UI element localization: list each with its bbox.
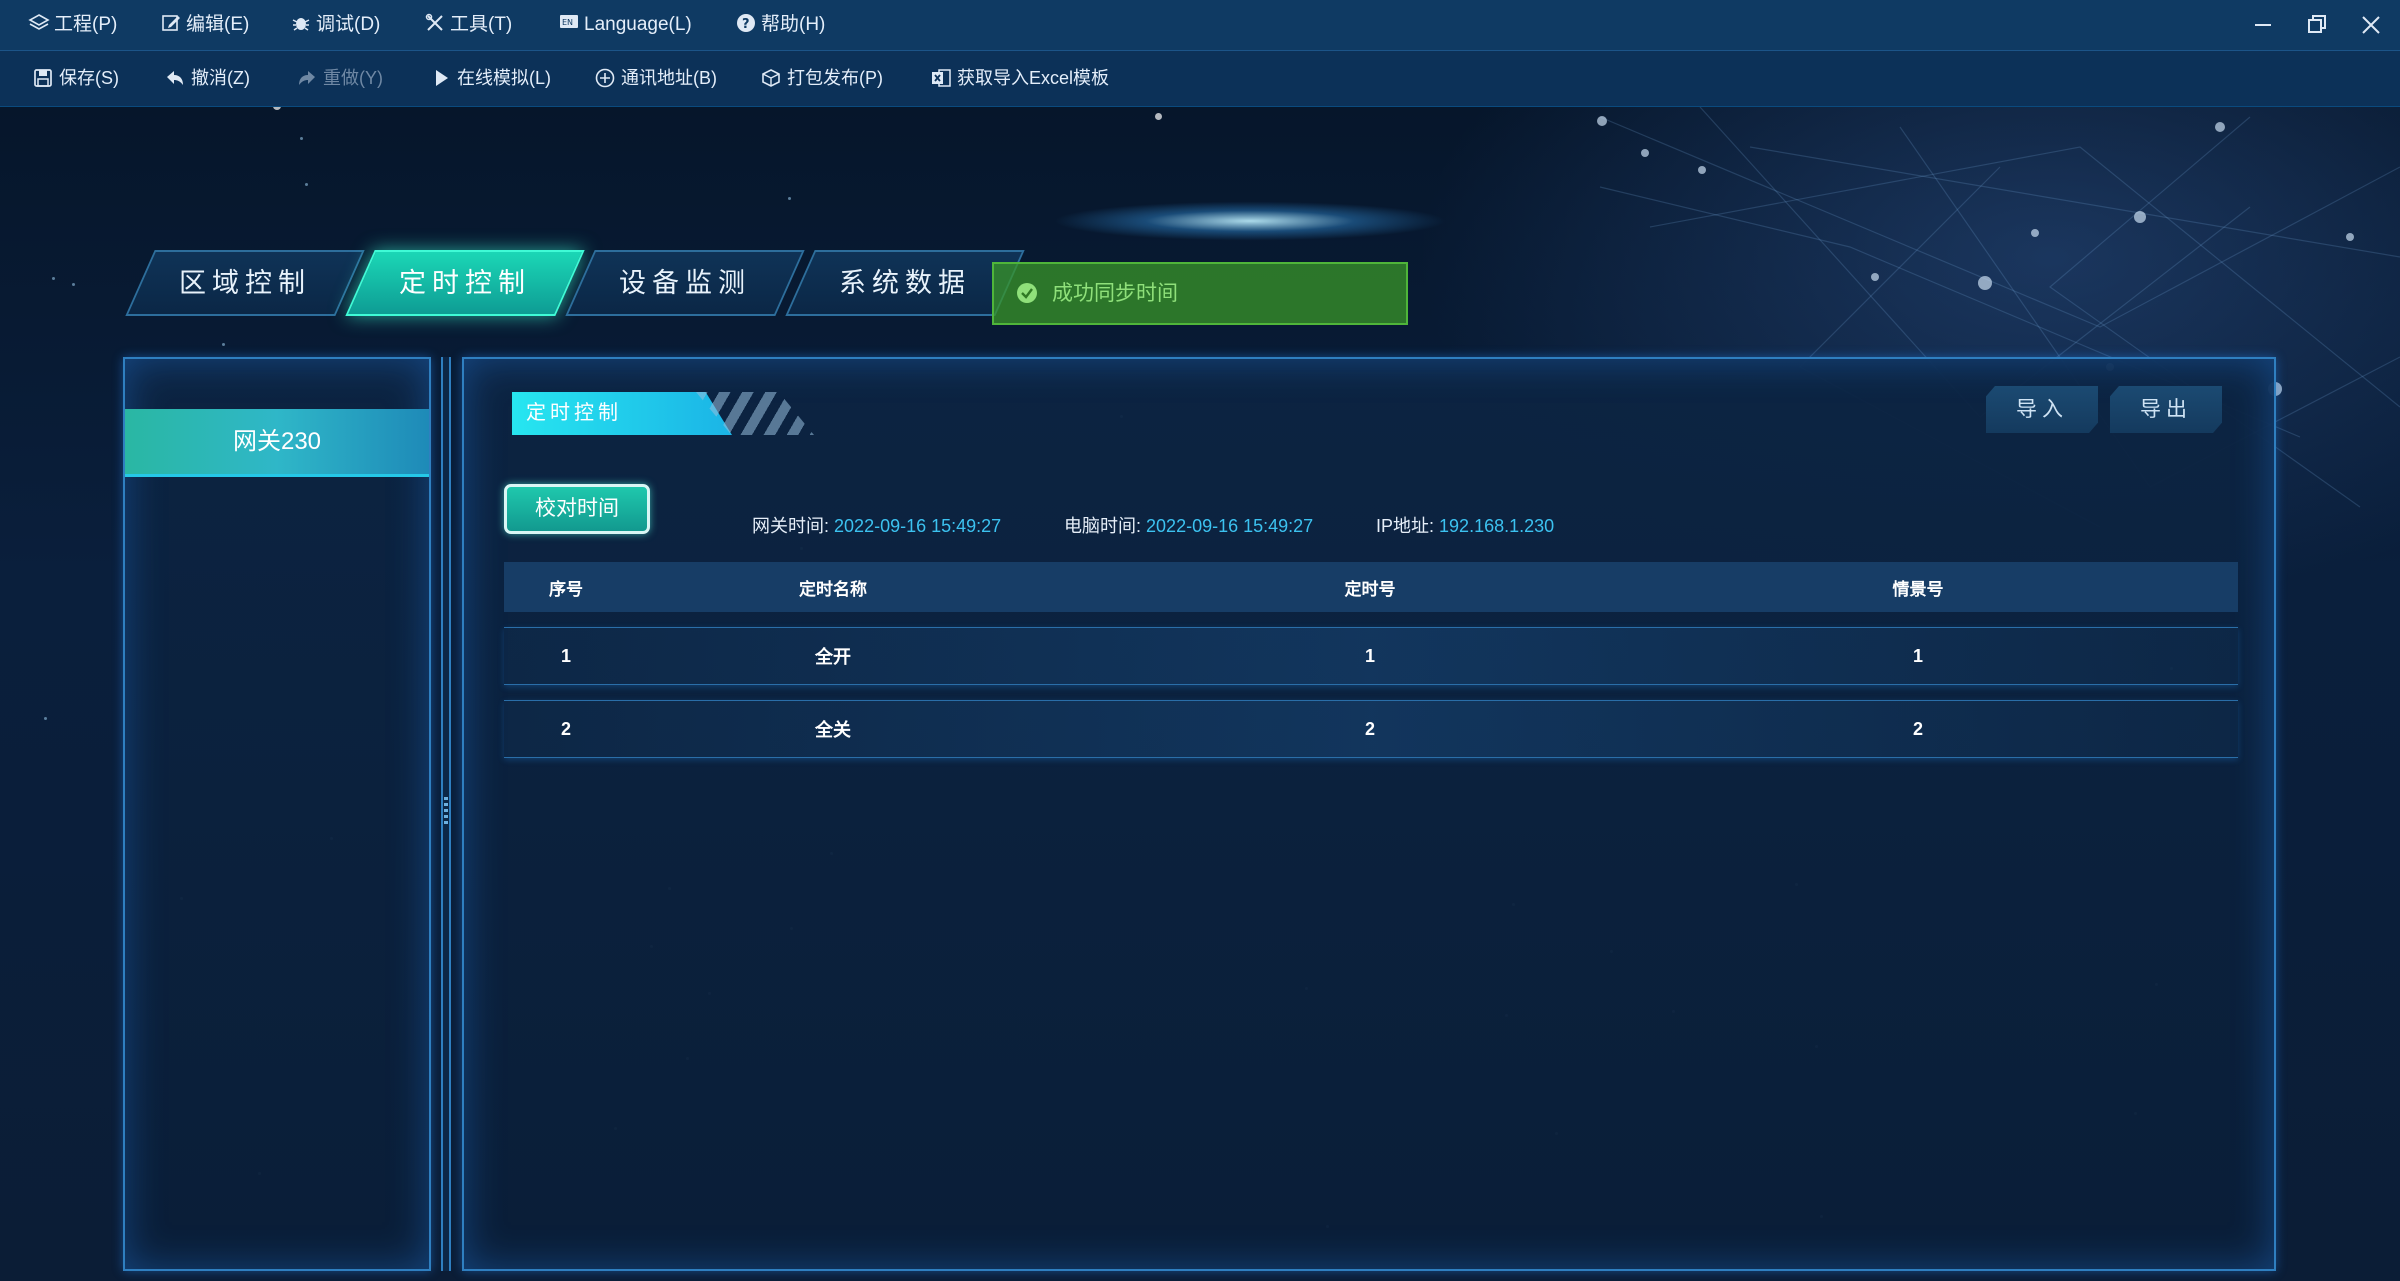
menu-edit[interactable]: 编辑(E) — [160, 0, 249, 50]
table-header: 序号 定时名称 定时号 情景号 — [504, 562, 2238, 612]
tab-device-monitoring[interactable]: 设备监测 — [565, 250, 805, 316]
column-header-index[interactable]: 序号 — [504, 562, 628, 612]
toast-message: 成功同步时间 — [1052, 282, 1178, 305]
export-button[interactable]: 导出 — [2110, 386, 2222, 433]
ip-value: 192.168.1.230 — [1439, 516, 1555, 536]
menu-language-label: Language(L) — [584, 14, 692, 35]
section-title: 定时控制 — [512, 392, 732, 435]
help-icon: ? — [737, 14, 755, 32]
tools-icon — [425, 13, 443, 31]
plus-circle-icon — [595, 68, 615, 88]
menu-tools[interactable]: 工具(T) — [424, 0, 512, 50]
menu-tools-label: 工具(T) — [450, 14, 513, 35]
menu-debug[interactable]: 调试(D) — [290, 0, 380, 50]
play-icon — [436, 70, 448, 86]
timer-table: 序号 定时名称 定时号 情景号 1 全开 1 1 2 全关 2 2 — [504, 562, 2238, 758]
tab-timer-control[interactable]: 定时控制 — [345, 250, 585, 316]
menu-project[interactable]: 工程(P) — [28, 0, 117, 50]
pc-time-value: 2022-09-16 15:49:27 — [1146, 516, 1314, 536]
table-cell: 2 — [1912, 718, 1923, 739]
toolbar: 保存(S) 撤消(Z) 重做(Y) 在线模拟(L) 通讯地址(B) 打包发布(P… — [0, 51, 2400, 108]
column-header-timer-number[interactable]: 定时号 — [1038, 562, 1702, 612]
table-cell: 1 — [1364, 645, 1375, 666]
import-button[interactable]: 导入 — [1986, 386, 2098, 433]
table-cell: 1 — [1912, 645, 1923, 666]
undo-icon — [167, 71, 183, 85]
gateway-time-info: 网关时间: 2022-09-16 15:49:27 — [752, 512, 1001, 538]
column-header-timer-name[interactable]: 定时名称 — [628, 562, 1038, 612]
column-header-scene-number[interactable]: 情景号 — [1702, 562, 2134, 612]
package-icon — [762, 69, 780, 87]
timer-control-panel: 定时控制 导入 导出 校对时间 网关时间: 2022-09-16 15:49:2… — [462, 357, 2276, 1271]
menu-edit-label: 编辑(E) — [186, 14, 250, 35]
close-icon[interactable] — [2354, 8, 2388, 42]
panel-splitter[interactable] — [441, 357, 451, 1271]
tab-area-control-label: 区域控制 — [179, 268, 311, 298]
undo-button[interactable]: 撤消(Z) — [164, 51, 250, 106]
comm-address-button[interactable]: 通讯地址(B) — [594, 51, 717, 106]
pc-time-info: 电脑时间: 2022-09-16 15:49:27 — [1064, 512, 1313, 538]
excel-template-button[interactable]: 获取导入Excel模板 — [930, 51, 1109, 106]
menu-debug-label: 调试(D) — [316, 14, 381, 35]
save-button-label: 保存(S) — [59, 68, 119, 88]
gateway-list-panel: 网关230 — [123, 357, 431, 1271]
language-icon: EN — [560, 15, 578, 28]
menu-project-label: 工程(P) — [54, 14, 118, 35]
pc-time-label: 电脑时间: — [1064, 516, 1142, 536]
minimize-icon[interactable] — [2246, 8, 2280, 42]
layers-icon — [28, 14, 50, 30]
table-row[interactable]: 2 全关 2 2 — [504, 700, 2238, 758]
excel-icon — [932, 69, 951, 87]
table-cell: 全开 — [815, 647, 851, 667]
ip-info: IP地址: 192.168.1.230 — [1376, 512, 1554, 538]
online-simulation-label: 在线模拟(L) — [457, 68, 551, 88]
menu-help-label: 帮助(H) — [761, 14, 826, 35]
ip-label: IP地址: — [1376, 516, 1435, 536]
save-button[interactable]: 保存(S) — [32, 51, 119, 106]
redo-icon — [299, 71, 315, 85]
tab-area-control[interactable]: 区域控制 — [125, 250, 365, 316]
menu-language[interactable]: EN Language(L) — [558, 0, 692, 50]
save-icon — [34, 69, 52, 87]
package-publish-button[interactable]: 打包发布(P) — [760, 51, 883, 106]
tab-device-monitoring-label: 设备监测 — [619, 268, 751, 298]
excel-template-label: 获取导入Excel模板 — [957, 68, 1110, 88]
menu-bar: 工程(P) 编辑(E) 调试(D) 工具(T) EN Language(L) ? 帮… — [0, 0, 2400, 51]
undo-button-label: 撤消(Z) — [191, 68, 250, 88]
gateway-time-label: 网关时间: — [752, 516, 830, 536]
table-cell: 2 — [560, 718, 571, 739]
table-cell: 2 — [1364, 718, 1375, 739]
table-row[interactable]: 1 全开 1 1 — [504, 627, 2238, 685]
tab-system-data[interactable]: 系统数据 — [785, 250, 1025, 316]
splitter-grip-icon[interactable] — [444, 797, 448, 827]
sync-time-button[interactable]: 校对时间 — [504, 484, 650, 534]
comm-address-label: 通讯地址(B) — [621, 68, 717, 88]
svg-text:EN: EN — [562, 18, 573, 27]
package-publish-label: 打包发布(P) — [787, 68, 883, 88]
table-cell: 1 — [560, 645, 571, 666]
tab-system-data-label: 系统数据 — [839, 268, 971, 298]
table-cell: 全关 — [815, 720, 851, 740]
check-circle-icon — [1017, 283, 1037, 303]
bug-icon — [292, 18, 310, 31]
restore-icon[interactable] — [2300, 8, 2334, 42]
edit-icon — [162, 15, 180, 31]
svg-text:?: ? — [742, 17, 750, 32]
redo-button-label: 重做(Y) — [323, 68, 383, 88]
redo-button[interactable]: 重做(Y) — [296, 51, 383, 106]
gateway-time-value: 2022-09-16 15:49:27 — [834, 516, 1002, 536]
success-toast: 成功同步时间 — [992, 262, 1408, 325]
online-simulation-button[interactable]: 在线模拟(L) — [430, 51, 551, 106]
menu-help[interactable]: ? 帮助(H) — [735, 0, 825, 50]
gateway-list-item[interactable]: 网关230 — [125, 409, 429, 477]
tab-timer-control-label: 定时控制 — [399, 268, 531, 298]
